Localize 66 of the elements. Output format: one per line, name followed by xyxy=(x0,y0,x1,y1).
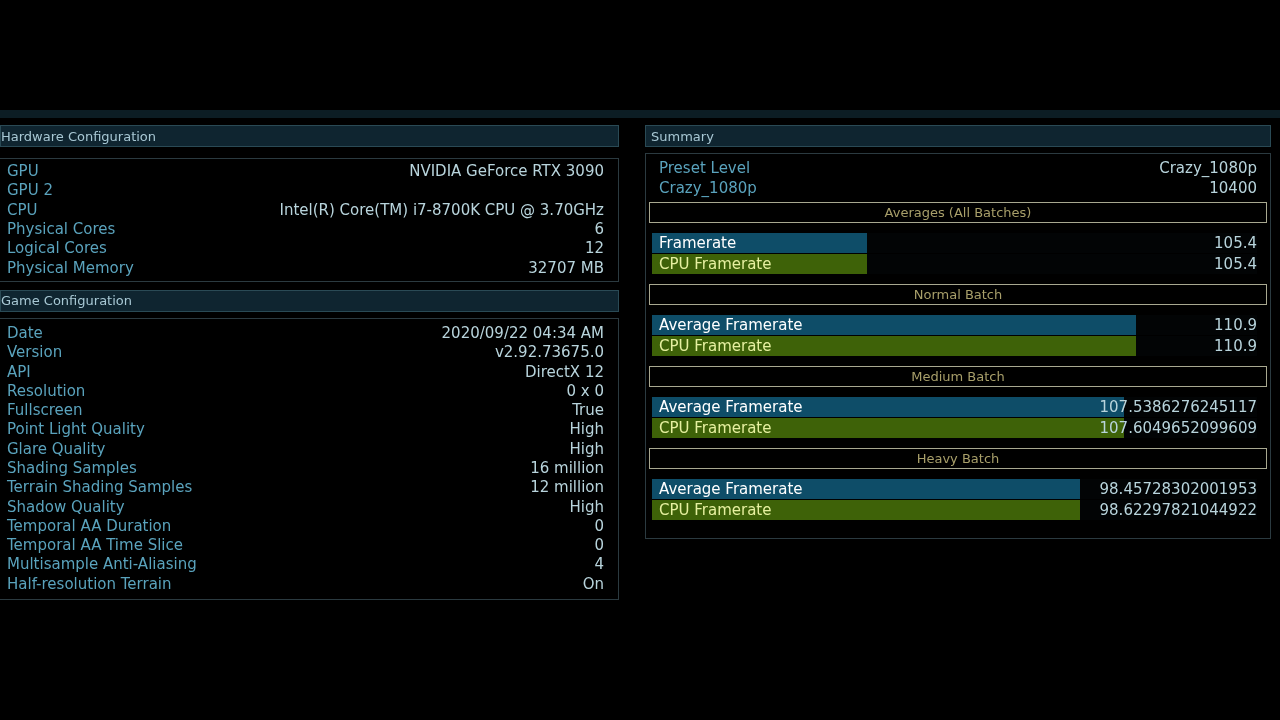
field-label: Version xyxy=(7,345,63,361)
field-label: GPU xyxy=(7,164,39,180)
bar-label: Average Framerate xyxy=(658,481,803,497)
field-label: Resolution xyxy=(7,383,86,399)
field-value: 4 xyxy=(594,557,604,573)
bar-label: CPU Framerate xyxy=(658,420,772,436)
bar-value: 107.6049652099609 xyxy=(1099,420,1257,436)
bar-label: Average Framerate xyxy=(658,317,803,333)
section-header: Summary xyxy=(645,125,1271,147)
field-label: Multisample Anti-Aliasing xyxy=(7,557,197,573)
field-value: 2020/09/22 04:34 AM xyxy=(441,325,604,341)
field-value: 10400 xyxy=(1209,180,1257,196)
bar-value: 105.4 xyxy=(1214,235,1257,251)
field-label: Preset Level xyxy=(659,160,751,176)
field-label: CPU xyxy=(7,202,38,218)
field-value: NVIDIA GeForce RTX 3090 xyxy=(409,164,604,180)
field-value: 16 million xyxy=(530,461,604,476)
bar-label: Framerate xyxy=(658,235,737,251)
field-label: Point Light Quality xyxy=(7,422,145,438)
field-label: Terrain Shading Samples xyxy=(7,480,193,496)
field-label: Shadow Quality xyxy=(7,499,125,515)
field-value: v2.92.73675.0 xyxy=(494,345,604,361)
bar-value: 110.9 xyxy=(1214,317,1257,333)
field-label: Half-resolution Terrain xyxy=(7,576,172,592)
batch-header: Medium Batch xyxy=(649,366,1267,387)
field-value: 12 xyxy=(584,241,604,257)
field-label: API xyxy=(7,364,31,380)
bar-value: 110.9 xyxy=(1214,338,1257,354)
field-label: Fullscreen xyxy=(7,403,83,419)
batch-header: Heavy Batch xyxy=(649,448,1267,469)
field-label: Temporal AA Duration xyxy=(7,518,172,534)
field-value: True xyxy=(572,403,604,419)
bar-label: CPU Framerate xyxy=(658,338,772,354)
field-label: Date xyxy=(7,325,43,341)
field-label: Physical Memory xyxy=(7,260,134,276)
field-value: 32707 MB xyxy=(528,260,604,276)
field-value: 6 xyxy=(594,222,604,238)
field-value: 0 x 0 xyxy=(566,383,604,399)
bar-label: CPU Framerate xyxy=(658,256,772,272)
bar-value: 105.4 xyxy=(1214,256,1257,272)
field-label: Temporal AA Time Slice xyxy=(7,538,183,554)
field-label: GPU 2 xyxy=(7,183,53,199)
bar-label: Average Framerate xyxy=(658,399,803,415)
section-header: Game Configuration xyxy=(0,289,619,312)
batch-header: Normal Batch xyxy=(649,284,1267,305)
bar-value: 107.5386276245117 xyxy=(1099,399,1257,415)
bar-label: CPU Framerate xyxy=(658,502,772,518)
field-label: Physical Cores xyxy=(7,222,116,238)
field-value: On xyxy=(582,576,604,592)
field-value: 12 million xyxy=(530,480,604,496)
field-value: 0 xyxy=(594,518,604,534)
bar-value: 98.62297821044922 xyxy=(1099,502,1257,518)
field-label: Glare Quality xyxy=(7,441,106,457)
field-label: Logical Cores xyxy=(7,241,107,257)
field-value: High xyxy=(569,422,604,438)
field-value: Crazy_1080p xyxy=(1159,160,1257,176)
field-label: Crazy_1080p xyxy=(659,180,757,196)
field-value: High xyxy=(569,499,604,515)
field-value: 0 xyxy=(594,538,604,554)
field-label: Shading Samples xyxy=(7,461,137,476)
section-header: Hardware Configuration xyxy=(0,125,619,147)
batch-header: Averages (All Batches) xyxy=(649,202,1267,223)
field-value: DirectX 12 xyxy=(524,364,604,380)
field-value: Intel(R) Core(TM) i7-8700K CPU @ 3.70GHz xyxy=(279,202,604,218)
field-value: High xyxy=(569,441,604,457)
bar-value: 98.45728302001953 xyxy=(1099,481,1257,497)
